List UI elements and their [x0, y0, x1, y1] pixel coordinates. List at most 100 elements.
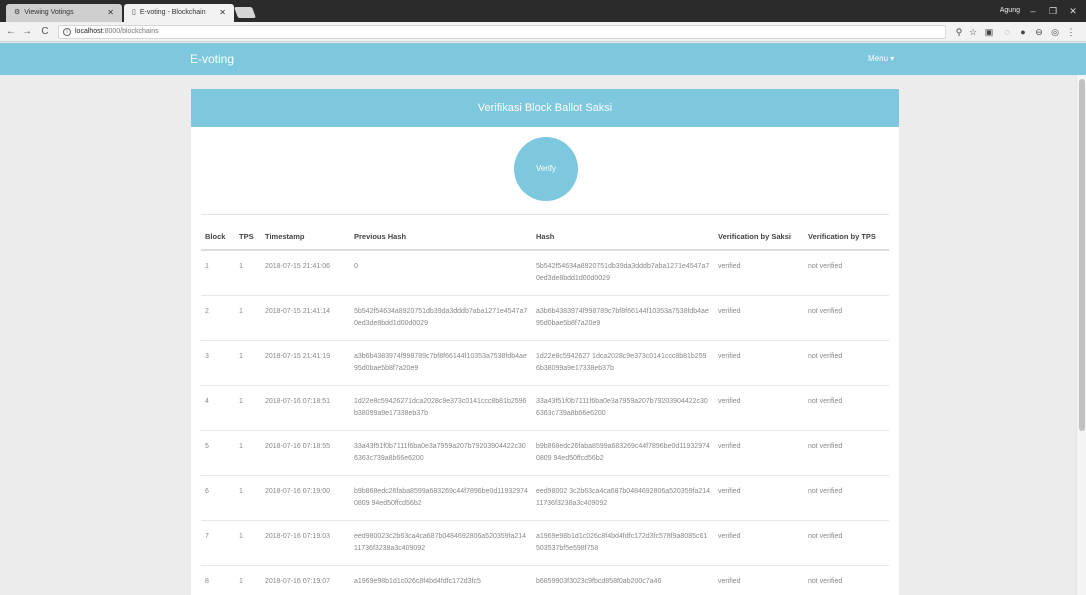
table-row: 5 1 2018-07-16 07:18:55 33a43f51f0b7111f6ba… — [201, 430, 889, 476]
cell-timestamp: 2018-07-16 07:18:51 — [261, 385, 350, 431]
brand-link[interactable]: E-voting — [190, 43, 234, 75]
extension-icon[interactable]: ◎ — [1050, 27, 1060, 37]
browser-tab-viewing-votings[interactable]: ⚙ Viewing Votings ✕ — [6, 4, 122, 22]
browser-user-name[interactable]: Agung — [1000, 0, 1020, 22]
cell-tps: 1 — [235, 565, 261, 595]
cell-hash: a3b6b4383974f998789c7bf8f66144f10353a753… — [532, 295, 714, 341]
column-header-tps: TPS — [235, 231, 261, 251]
extension-icon[interactable]: ⊖ — [1034, 27, 1044, 37]
close-tab-icon[interactable]: ✕ — [107, 4, 114, 22]
cell-tps: 1 — [235, 520, 261, 566]
table-row: 2 1 2018-07-15 21:41:14 5b542f54634a8920751… — [201, 295, 889, 341]
cell-hash: b6859903f3023c9fbcd858f0ab200c7a46 — [532, 565, 714, 595]
cell-verification-tps: not verified — [804, 565, 889, 595]
app-navbar: E-voting Menu ▾ — [0, 43, 1086, 75]
close-window-icon[interactable]: ✕ — [1064, 0, 1082, 22]
cell-previous-hash: eed980023c2b63ca4ca687b0484692806a520359… — [350, 520, 532, 566]
cell-previous-hash: 0 — [350, 250, 532, 296]
cell-timestamp: 2018-07-16 07:18:55 — [261, 430, 350, 476]
panel-title: Verifikasi Block Ballot Saksi — [191, 89, 899, 127]
cell-previous-hash: a3b6b4383974f998789c7bf8f66144f10353a753… — [350, 340, 532, 386]
cell-timestamp: 2018-07-16 07:19:07 — [261, 565, 350, 595]
column-header-previous-hash: Previous Hash — [350, 231, 532, 251]
url-input[interactable]: i localhost:8000/blockchains — [58, 25, 946, 39]
cell-verification-saksi: verified — [714, 295, 804, 341]
cell-verification-saksi: verified — [714, 385, 804, 431]
extension-icon[interactable]: ◌ — [1002, 27, 1012, 37]
cell-tps: 1 — [235, 340, 261, 386]
new-tab-button[interactable] — [233, 7, 257, 18]
more-menu-icon[interactable]: ⋮ — [1066, 27, 1076, 37]
forward-icon[interactable]: → — [20, 22, 34, 42]
cell-verification-tps: not verified — [804, 250, 889, 296]
cell-previous-hash: a1969e98b1d1c026c8f4bd4fdfc172d3fc5 — [350, 565, 532, 595]
cell-block: 3 — [201, 340, 235, 386]
cell-previous-hash: 5b542f54634a8920751db39da3dddb7aba1271e4… — [350, 295, 532, 341]
browser-tab-e-voting-blockchain[interactable]: ▯ E-voting - Blockchain ✕ — [124, 4, 234, 22]
cell-verification-saksi: verified — [714, 250, 804, 296]
cell-tps: 1 — [235, 295, 261, 341]
scrollbar-thumb[interactable] — [1079, 79, 1085, 431]
cell-tps: 1 — [235, 475, 261, 521]
cell-block: 5 — [201, 430, 235, 476]
table-row: 1 1 2018-07-15 21:41:06 0 5b542f54634a892075… — [201, 250, 889, 296]
table-row: 8 1 2018-07-16 07:19:07 a1969e98b1d1c026c8f… — [201, 565, 889, 595]
cell-tps: 1 — [235, 385, 261, 431]
column-header-block: Block — [201, 231, 235, 251]
cell-timestamp: 2018-07-16 07:19:00 — [261, 475, 350, 521]
cell-verification-saksi: verified — [714, 520, 804, 566]
minimize-icon[interactable]: – — [1024, 0, 1042, 22]
cell-verification-tps: not verified — [804, 475, 889, 521]
column-header-verification-saksi: Verification by Saksi — [714, 231, 804, 251]
info-icon[interactable]: i — [63, 28, 71, 36]
close-tab-icon[interactable]: ✕ — [219, 4, 226, 22]
cell-verification-saksi: verified — [714, 475, 804, 521]
back-icon[interactable]: ← — [4, 22, 18, 42]
cell-timestamp: 2018-07-15 21:41:19 — [261, 340, 350, 386]
url-host: localhost — [75, 28, 103, 35]
cell-timestamp: 2018-07-16 07:19:03 — [261, 520, 350, 566]
reload-icon[interactable]: C — [38, 22, 52, 42]
divider — [201, 214, 889, 215]
browser-tab-strip: ⚙ Viewing Votings ✕ ▯ E-voting - Blockch… — [0, 0, 1086, 22]
table-row: 6 1 2018-07-16 07:19:00 b9b868edc26faba8599… — [201, 475, 889, 521]
column-header-verification-tps: Verification by TPS — [804, 231, 889, 251]
cell-block: 7 — [201, 520, 235, 566]
extension-icon[interactable]: ▣ — [984, 27, 994, 37]
cell-hash: 33a43f51f0b7111f6ba0e3a7959a207b79203904… — [532, 385, 714, 431]
menu-dropdown[interactable]: Menu ▾ — [868, 43, 894, 75]
cell-previous-hash: b9b868edc26faba8599a683269c44f7896be0d11… — [350, 475, 532, 521]
table-header-row: Block TPS Timestamp Previous Hash Hash V… — [201, 231, 889, 251]
cell-timestamp: 2018-07-15 21:41:14 — [261, 295, 350, 341]
cell-tps: 1 — [235, 250, 261, 296]
cell-verification-tps: not verified — [804, 340, 889, 386]
table-row: 4 1 2018-07-16 07:18:51 1d22e8c59426271dca2… — [201, 385, 889, 431]
column-header-timestamp: Timestamp — [261, 231, 350, 251]
cell-hash: eed98002 3c2b63ca4ca687b0484692806a52035… — [532, 475, 714, 521]
cell-verification-saksi: verified — [714, 430, 804, 476]
column-header-hash: Hash — [532, 231, 714, 251]
bookmark-star-icon[interactable]: ☆ — [968, 27, 978, 37]
maximize-icon[interactable]: ❐ — [1044, 0, 1062, 22]
cell-verification-tps: not verified — [804, 520, 889, 566]
page-scrollbar[interactable] — [1076, 75, 1086, 595]
verification-panel: Verifikasi Block Ballot Saksi Verify Blo… — [191, 89, 899, 595]
cell-hash: 5b542f54634a8920751db39da3dddb7aba1271e4… — [532, 250, 714, 296]
cell-block: 1 — [201, 250, 235, 296]
address-bar: ← → C i localhost:8000/blockchains ⚲ ☆ ▣… — [0, 22, 1086, 42]
cell-hash: a1969e98b1d1c026c8f4bd4fdfc172d3fc578f9a… — [532, 520, 714, 566]
cell-previous-hash: 33a43f51f0b7111f6ba0e3a7959a207b79203904… — [350, 430, 532, 476]
cell-hash: 1d22e8c5942627 1dca2028c9e373c0141ccc8b8… — [532, 340, 714, 386]
url-path: :8000/blockchains — [102, 28, 159, 35]
tab-title: Viewing Votings — [24, 9, 74, 16]
table-row: 7 1 2018-07-16 07:19:03 eed980023c2b63ca4ca… — [201, 520, 889, 566]
cell-verification-tps: not verified — [804, 385, 889, 431]
cell-previous-hash: 1d22e8c59426271dca2028c9e373c0141ccc8b81… — [350, 385, 532, 431]
cell-hash: b9b868edc26faba8599a683269c44f7896be0d11… — [532, 430, 714, 476]
cell-block: 2 — [201, 295, 235, 341]
cell-verification-tps: not verified — [804, 430, 889, 476]
zoom-icon[interactable]: ⚲ — [954, 27, 964, 37]
cell-block: 8 — [201, 565, 235, 595]
verify-button[interactable]: Verify — [514, 137, 578, 201]
extension-icon[interactable]: ● — [1018, 27, 1028, 37]
